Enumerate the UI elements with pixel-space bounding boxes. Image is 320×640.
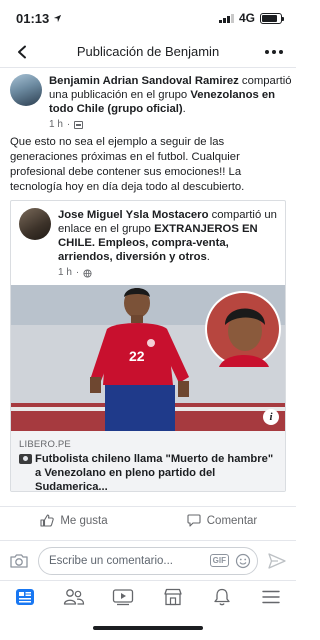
marketplace-icon <box>163 588 182 605</box>
jersey-number: 22 <box>129 348 145 364</box>
nav-header: Publicación de Benjamin <box>0 36 296 68</box>
footballer-photo: 22 <box>11 285 285 431</box>
post-attribution: Benjamin Adrian Sandoval Ramirez compart… <box>49 75 292 115</box>
tab-watch[interactable] <box>103 583 143 611</box>
shared-post-header: Jose Miguel Ysla Mostacero compartió un … <box>19 208 281 280</box>
link-title-row: Futbolista chileno llama "Muerto de hamb… <box>19 452 277 492</box>
speech-bubble-icon <box>187 514 201 527</box>
more-options-button[interactable] <box>260 40 288 64</box>
post-header: Benjamin Adrian Sandoval Ramirez compart… <box>10 74 292 132</box>
status-bar: 01:13 4G <box>0 0 296 36</box>
status-time: 01:13 <box>16 11 62 26</box>
tab-menu[interactable] <box>251 583 291 611</box>
back-button[interactable] <box>10 40 34 64</box>
gif-button[interactable]: GIF <box>209 554 229 567</box>
send-arrow-icon <box>268 552 286 569</box>
post-timestamp[interactable]: 1 h <box>49 118 63 132</box>
send-button[interactable] <box>266 550 288 572</box>
post-time-row: 1 h · <box>49 118 292 132</box>
thumbs-up-icon <box>40 514 55 527</box>
globe-icon <box>83 268 92 278</box>
smiley-icon[interactable] <box>235 553 251 569</box>
comment-button[interactable]: Comentar <box>148 507 296 534</box>
home-indicator[interactable] <box>93 626 203 630</box>
like-button[interactable]: Me gusta <box>0 507 148 534</box>
bottom-tab-bar <box>0 580 296 612</box>
comment-placeholder: Escribe un comentario... <box>49 554 174 567</box>
comment-bar: Escribe un comentario... GIF <box>0 540 296 580</box>
tab-notifications[interactable] <box>202 583 242 611</box>
battery-icon <box>260 12 284 24</box>
menu-icon <box>262 590 280 603</box>
camera-button[interactable] <box>8 550 30 572</box>
link-title: Futbolista chileno llama "Muerto de hamb… <box>35 453 274 492</box>
signal-strength-icon <box>218 13 234 23</box>
shared-author-avatar[interactable] <box>19 208 51 240</box>
comment-input[interactable]: Escribe un comentario... GIF <box>38 546 258 575</box>
shared-attribution: Jose Miguel Ysla Mostacero compartió un … <box>58 209 277 263</box>
like-label: Me gusta <box>60 514 108 527</box>
group-privacy-icon <box>74 121 84 129</box>
post-author-name[interactable]: Benjamin Adrian Sandoval Ramirez <box>49 75 239 87</box>
news-feed-icon <box>15 588 34 605</box>
post-body-text: Que esto no sea el ejemplo a seguir de l… <box>10 136 245 193</box>
chevron-left-icon <box>18 45 26 59</box>
info-icon[interactable]: i <box>263 409 279 425</box>
network-label: 4G <box>238 11 255 25</box>
location-arrow-icon <box>54 14 62 22</box>
friends-icon <box>63 588 85 605</box>
notifications-bell-icon <box>214 588 230 605</box>
tab-news-feed[interactable] <box>5 583 45 611</box>
link-preview-image[interactable]: 22 i <box>11 285 285 431</box>
link-preview[interactable]: LIBERO.PE Futbolista chileno llama "Muer… <box>11 431 285 491</box>
post-actions: Me gusta Comentar <box>0 506 296 534</box>
shared-post-meta: Jose Miguel Ysla Mostacero compartió un … <box>58 208 281 280</box>
video-camera-icon <box>19 454 32 464</box>
comment-label: Comentar <box>206 514 258 527</box>
shared-time-row: 1 h · <box>58 266 281 280</box>
page-title: Publicación de Benjamin <box>76 44 220 59</box>
status-indicators: 4G <box>218 11 284 25</box>
tab-friends[interactable] <box>54 583 94 611</box>
post-meta: Benjamin Adrian Sandoval Ramirez compart… <box>49 74 292 132</box>
author-avatar[interactable] <box>10 74 42 106</box>
shared-author-name[interactable]: Jose Miguel Ysla Mostacero <box>58 209 208 221</box>
shared-post-card[interactable]: Jose Miguel Ysla Mostacero compartió un … <box>10 200 286 492</box>
camera-icon <box>10 553 28 568</box>
shared-timestamp[interactable]: 1 h <box>58 266 72 280</box>
tab-marketplace[interactable] <box>153 583 193 611</box>
more-dots-icon <box>265 50 269 54</box>
watch-icon <box>113 588 134 605</box>
link-domain: LIBERO.PE <box>19 439 71 450</box>
